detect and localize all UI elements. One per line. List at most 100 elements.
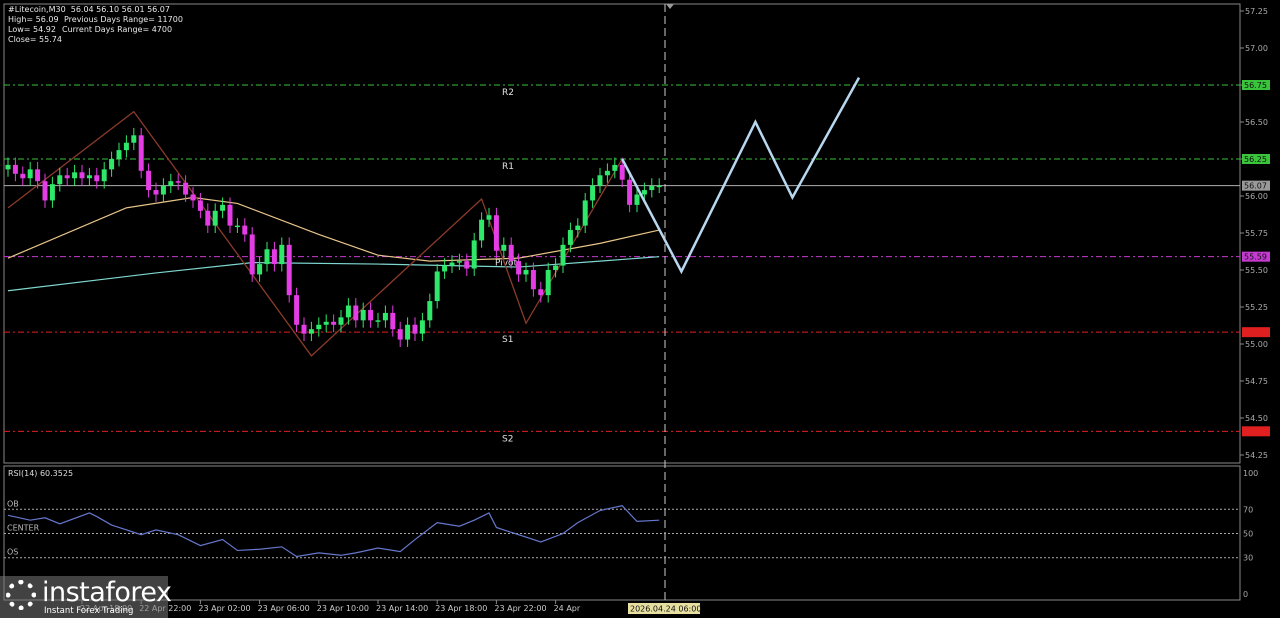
candle-body bbox=[123, 142, 129, 151]
candle-body bbox=[94, 175, 100, 182]
candle-body bbox=[249, 234, 255, 275]
price-tick-label: 54.25 bbox=[1245, 451, 1268, 460]
candle bbox=[27, 161, 33, 186]
candle bbox=[205, 203, 211, 233]
candle-body bbox=[271, 249, 277, 265]
price-tick-label: 56.50 bbox=[1245, 118, 1268, 127]
candle-body bbox=[486, 215, 492, 220]
candle bbox=[590, 178, 596, 208]
candle bbox=[597, 167, 603, 194]
low-value: Low= 54.92 bbox=[8, 25, 56, 34]
rsi-level-label: OB bbox=[7, 499, 19, 508]
candle bbox=[434, 264, 440, 309]
candle bbox=[168, 173, 174, 194]
candle-body bbox=[35, 169, 41, 182]
forecast-path bbox=[621, 76, 861, 275]
candle-body bbox=[493, 215, 499, 251]
price-tick-label: 55.25 bbox=[1245, 303, 1268, 312]
candle-body bbox=[57, 175, 63, 185]
candle bbox=[427, 293, 433, 328]
candle-body bbox=[5, 164, 11, 170]
candle-body bbox=[331, 321, 337, 325]
candle bbox=[146, 163, 152, 198]
main-panel-frame bbox=[3, 3, 1241, 464]
candle-body bbox=[434, 271, 440, 302]
rsi-tick-label: 0 bbox=[1243, 590, 1248, 599]
price-tick-label: 55.50 bbox=[1245, 266, 1268, 275]
price-chart[interactable]: 57.25 57.00 56.75 56.50 56.25 56.00 55.75 55.50… bbox=[0, 0, 1280, 618]
candle-body bbox=[227, 204, 233, 226]
candle bbox=[242, 218, 248, 242]
close-value: Close= 55.74 bbox=[8, 35, 62, 44]
candle-body bbox=[442, 265, 448, 272]
candle-body bbox=[242, 225, 248, 235]
candle bbox=[301, 317, 307, 342]
crosshair-time-label: 2026.04.24 06:00 bbox=[630, 605, 701, 614]
time-tick-label: 23 Apr 18:00 bbox=[435, 604, 487, 613]
candle-body bbox=[264, 249, 270, 265]
candle bbox=[523, 262, 529, 282]
candle-body bbox=[101, 169, 107, 182]
candle bbox=[545, 262, 551, 303]
price-tick-label: 54.50 bbox=[1245, 414, 1268, 423]
candle-body bbox=[49, 184, 55, 201]
candle-body bbox=[294, 295, 300, 325]
candle bbox=[449, 255, 455, 273]
rsi-tick-label: 70 bbox=[1243, 505, 1253, 514]
rsi-level-label: CENTER bbox=[7, 524, 40, 533]
candle-body bbox=[553, 265, 559, 270]
candle-body bbox=[612, 164, 618, 171]
candle bbox=[72, 164, 78, 186]
candle bbox=[109, 151, 115, 177]
candle-body bbox=[538, 289, 544, 296]
level-name-r2: R2 bbox=[502, 88, 514, 98]
candle bbox=[368, 302, 374, 328]
candle bbox=[375, 312, 381, 328]
candle bbox=[101, 161, 107, 189]
candle-body bbox=[471, 240, 477, 269]
candle-body bbox=[190, 194, 196, 201]
candle-body bbox=[220, 204, 226, 211]
candle bbox=[220, 197, 226, 219]
current-price-label: 56.07 bbox=[1244, 182, 1267, 191]
candle-body bbox=[72, 172, 78, 179]
candle-body bbox=[464, 261, 470, 269]
candle-body bbox=[523, 270, 529, 275]
candle bbox=[175, 173, 181, 191]
candle bbox=[560, 237, 566, 273]
candle bbox=[271, 241, 277, 272]
candle-body bbox=[316, 324, 322, 330]
current-days-range: Current Days Range= 4700 bbox=[62, 25, 173, 34]
rsi-tick-label: 30 bbox=[1243, 554, 1253, 563]
candle-body bbox=[301, 324, 307, 334]
candle-body bbox=[138, 135, 144, 171]
candle bbox=[338, 309, 344, 333]
candle-body bbox=[427, 301, 433, 321]
level-name-r1: R1 bbox=[502, 162, 514, 172]
candle bbox=[79, 164, 85, 186]
high-value: High= 56.09 bbox=[8, 15, 59, 24]
candle bbox=[197, 193, 203, 219]
candle-body bbox=[479, 219, 485, 241]
candle-body bbox=[338, 317, 344, 325]
candle bbox=[294, 287, 300, 333]
candle bbox=[212, 203, 218, 233]
time-tick-label: 23 Apr 06:00 bbox=[258, 604, 310, 613]
rsi-level-label: OS bbox=[7, 548, 18, 557]
candle bbox=[471, 233, 477, 276]
price-tick-label: 57.25 bbox=[1245, 7, 1268, 16]
candle-body bbox=[590, 185, 596, 201]
candle-body bbox=[456, 261, 462, 263]
candle bbox=[316, 317, 322, 337]
chart-info-panel: #Litecoin,M30 56.04 56.10 56.01 56.07 Hi… bbox=[8, 5, 183, 45]
candle-body bbox=[308, 329, 314, 334]
candle-body bbox=[183, 182, 189, 195]
candle bbox=[412, 317, 418, 342]
candle-body bbox=[160, 185, 166, 195]
candle-body bbox=[257, 264, 263, 275]
time-tick-label: 24 Apr bbox=[554, 604, 581, 613]
candle-body bbox=[619, 164, 625, 180]
rsi-tick-label: 50 bbox=[1243, 530, 1253, 539]
candle-body bbox=[353, 305, 359, 321]
symbol-line: #Litecoin,M30 56.04 56.10 56.01 56.07 bbox=[8, 5, 170, 14]
